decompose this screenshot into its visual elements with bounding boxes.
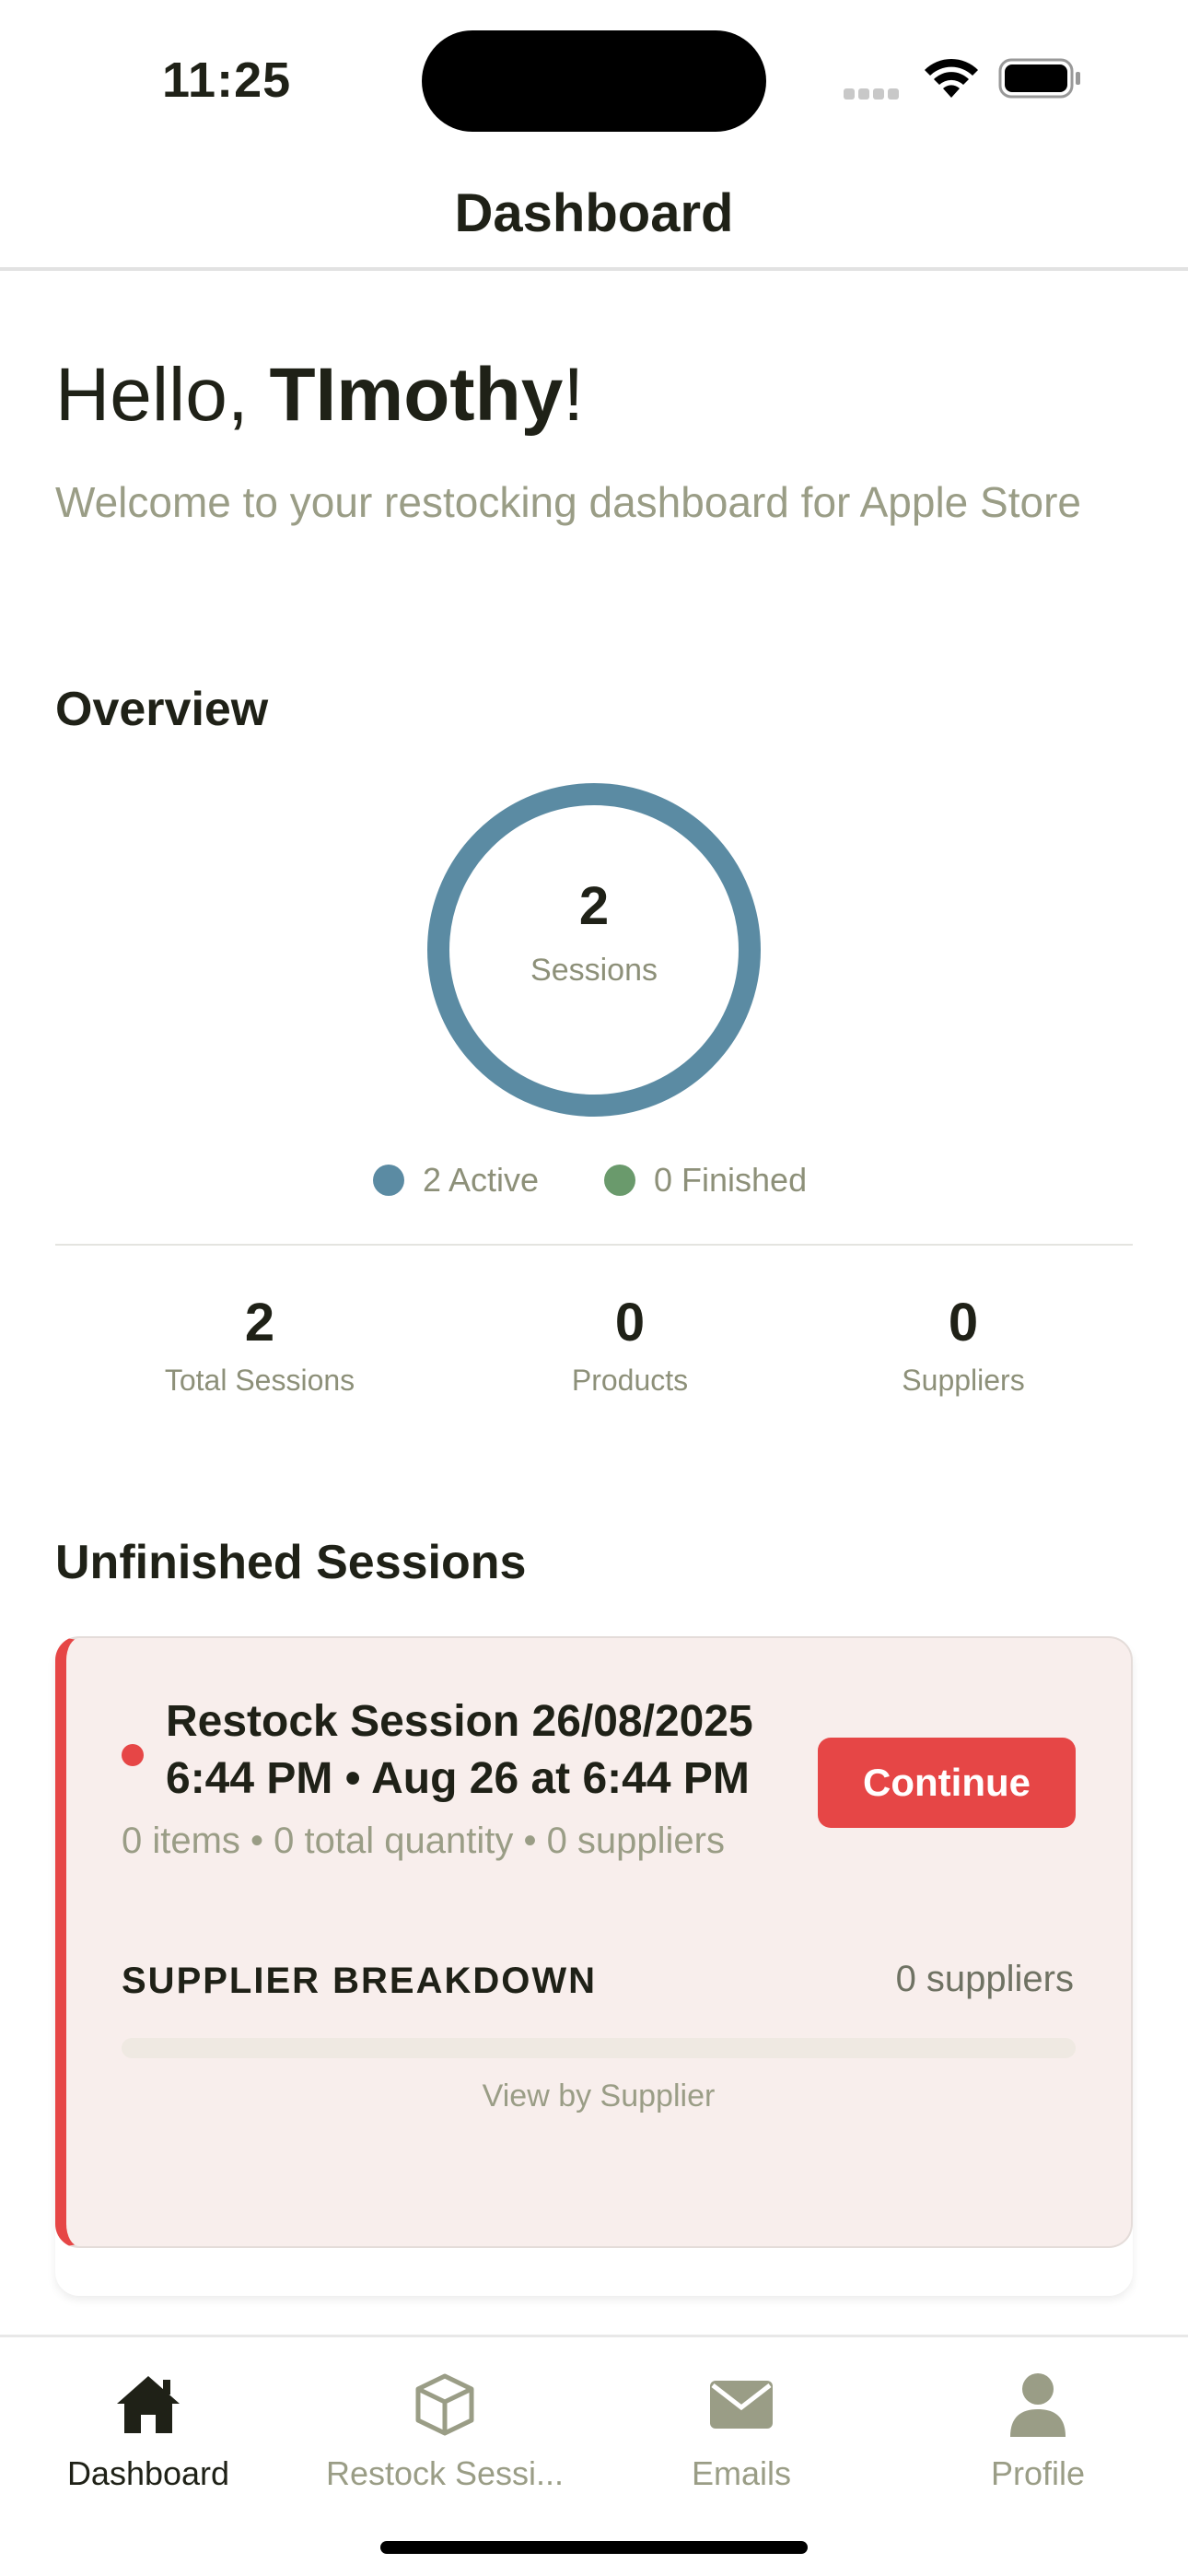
unfinished-status-dot [122, 1744, 144, 1766]
tab-profile[interactable]: Profile [890, 2368, 1186, 2493]
welcome-subtitle: Welcome to your restocking dashboard for… [55, 478, 1081, 526]
overview-heading: Overview [55, 683, 269, 736]
stat-products-value: 0 [614, 1293, 646, 1352]
unfinished-heading: Unfinished Sessions [55, 1536, 527, 1589]
user-name: TImothy [269, 353, 564, 437]
session-title: Restock Session 26/08/2025 6:44 PM • Aug… [166, 1697, 753, 1803]
continue-button[interactable]: Continue [818, 1738, 1076, 1828]
signal-dot-icon [888, 88, 899, 100]
tab-profile-label: Profile [990, 2454, 1086, 2492]
view-by-supplier-link[interactable]: View by Supplier [122, 2078, 1076, 2114]
sessions-ring [427, 783, 761, 1117]
greeting-suffix: ! [563, 353, 585, 437]
legend-finished: 0 Finished [654, 1161, 808, 1199]
legend-finished-dot [604, 1165, 635, 1196]
mail-icon [710, 2381, 773, 2429]
sessions-count: 2 [578, 876, 610, 936]
tab-dashboard[interactable]: Dashboard [0, 2368, 297, 2493]
supplier-breakdown-title: SUPPLIER BREAKDOWN [122, 1961, 598, 2001]
session-meta: 0 items • 0 total quantity • 0 suppliers [122, 1821, 725, 1861]
wifi-icon [925, 58, 978, 98]
sessions-label: Sessions [530, 953, 658, 988]
status-time: 11:25 [162, 53, 292, 108]
stat-products-label: Products [571, 1364, 689, 1397]
supplier-breakdown-count: 0 suppliers [895, 1959, 1074, 1999]
stat-suppliers-value: 0 [948, 1293, 979, 1352]
header-divider [0, 267, 1188, 271]
home-indicator[interactable] [380, 2541, 808, 2554]
stat-total-sessions-value: 2 [244, 1293, 275, 1352]
person-icon [1010, 2373, 1066, 2437]
supplier-breakdown-bar [122, 2038, 1076, 2058]
greeting-prefix: Hello, [55, 353, 270, 437]
signal-dot-icon [858, 88, 869, 100]
overview-divider [55, 1244, 1133, 1246]
legend-active: 2 Active [423, 1161, 540, 1199]
tab-emails[interactable]: Emails [593, 2368, 890, 2493]
tab-dashboard-label: Dashboard [66, 2454, 230, 2492]
dynamic-island [422, 30, 766, 132]
legend-active-dot [373, 1165, 404, 1196]
stat-total-sessions-label: Total Sessions [164, 1364, 355, 1397]
tab-restock-sessions[interactable]: Restock Sessi... [297, 2368, 593, 2493]
tab-emails-label: Emails [691, 2454, 792, 2492]
page-title: Dashboard [454, 183, 734, 243]
signal-dot-icon [873, 88, 884, 100]
stat-suppliers-label: Suppliers [902, 1364, 1025, 1397]
greeting: Hello, TImothy! [55, 352, 584, 439]
tab-bar-divider [0, 2335, 1188, 2337]
signal-dot-icon [844, 88, 855, 100]
box-icon [415, 2373, 474, 2436]
tab-restock-sessions-label: Restock Sessi... [325, 2454, 565, 2492]
home-icon [117, 2376, 180, 2433]
battery-icon [998, 58, 1080, 99]
